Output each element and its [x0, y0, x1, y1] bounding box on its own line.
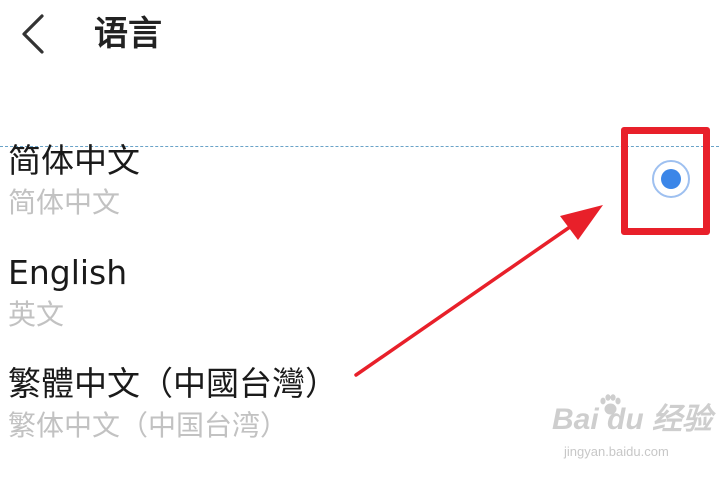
- language-item-simplified-chinese[interactable]: 简体中文 简体中文: [0, 140, 719, 244]
- language-subtitle: 简体中文: [8, 186, 121, 219]
- baidu-jingyan-watermark: Bai du 经验 jingyan.baidu.com: [550, 394, 715, 466]
- back-button[interactable]: [14, 12, 54, 56]
- language-subtitle: 繁体中文（中国台湾）: [8, 409, 289, 442]
- paw-icon: [600, 394, 621, 415]
- language-name: English: [8, 253, 128, 292]
- watermark-brand: Bai du 经验: [552, 403, 713, 436]
- language-item-english[interactable]: English 英文: [0, 252, 719, 356]
- watermark-url: jingyan.baidu.com: [564, 444, 669, 459]
- language-name: 简体中文: [8, 141, 140, 180]
- header-bar: 语言: [0, 0, 719, 70]
- language-name: 繁體中文（中國台灣）: [8, 364, 338, 403]
- annotation-highlight-box: [621, 127, 710, 235]
- chevron-left-icon: [22, 14, 44, 54]
- page-title: 语言: [94, 14, 162, 54]
- language-subtitle: 英文: [8, 298, 65, 331]
